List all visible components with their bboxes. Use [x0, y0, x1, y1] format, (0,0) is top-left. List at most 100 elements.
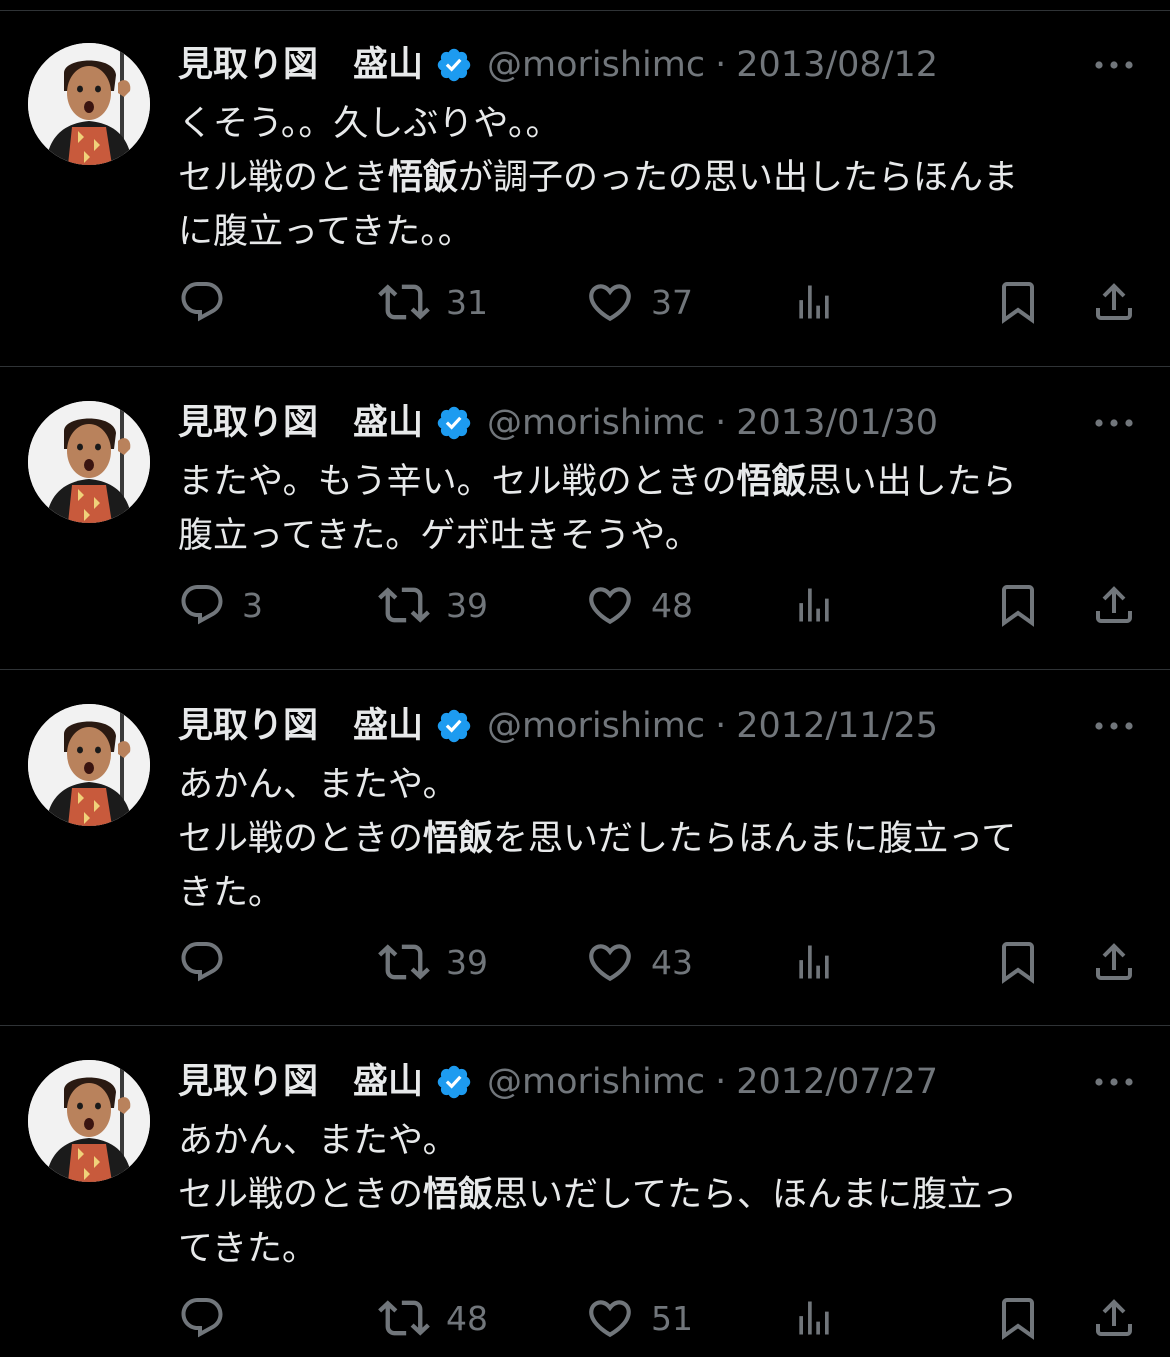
- retweet-icon: [378, 276, 430, 328]
- bookmark-button[interactable]: [994, 575, 1042, 635]
- more-options-icon[interactable]: [1092, 401, 1136, 445]
- share-icon: [1090, 278, 1138, 326]
- tweet-text-segment: あかん、またや。: [178, 765, 458, 805]
- tweet-text-line: セル戦のときの悟飯を思いだしたらほんまに腹立って: [178, 812, 1138, 866]
- views-icon: [792, 940, 836, 984]
- user-handle[interactable]: @morishimc: [487, 393, 705, 453]
- avatar[interactable]: [28, 401, 150, 523]
- avatar[interactable]: [28, 1060, 150, 1182]
- display-name[interactable]: 見取り図 盛山: [178, 1052, 423, 1112]
- reply-button[interactable]: [178, 932, 226, 992]
- bookmark-icon: [994, 278, 1042, 326]
- reply-button[interactable]: 3: [178, 575, 263, 635]
- bookmark-icon: [994, 1294, 1042, 1342]
- views-icon: [792, 583, 836, 627]
- display-name[interactable]: 見取り図 盛山: [178, 696, 423, 756]
- share-button[interactable]: [1090, 932, 1138, 992]
- user-handle[interactable]: @morishimc: [487, 35, 705, 95]
- tweet-text-line: セル戦のときの悟飯思いだしてたら、ほんまに腹立っ: [178, 1168, 1138, 1222]
- tweet-text-segment: 思い出したら: [806, 462, 1017, 502]
- tweet-header: 見取り図 盛山 @morishimc · 2013/01/30: [178, 393, 938, 453]
- tweet-date[interactable]: 2013/08/12: [736, 35, 938, 95]
- user-handle[interactable]: @morishimc: [487, 1052, 705, 1112]
- like-icon: [585, 1293, 635, 1343]
- tweet-date[interactable]: 2012/11/25: [736, 696, 938, 756]
- views-button[interactable]: [792, 1288, 836, 1348]
- reply-button[interactable]: [178, 272, 226, 332]
- avatar[interactable]: [28, 704, 150, 826]
- tweet-actions: 39 43: [0, 932, 1170, 992]
- verified-badge-icon[interactable]: [435, 707, 473, 745]
- share-button[interactable]: [1090, 575, 1138, 635]
- more-options-icon[interactable]: [1092, 43, 1136, 87]
- tweet-divider: [0, 669, 1170, 670]
- tweet-text-line: あかん、またや。: [178, 758, 1138, 812]
- like-button[interactable]: 48: [585, 575, 693, 635]
- views-button[interactable]: [792, 272, 836, 332]
- share-button[interactable]: [1090, 1288, 1138, 1348]
- reply-count: 3: [242, 585, 263, 625]
- retweet-button[interactable]: 39: [378, 575, 488, 635]
- tweet-text-segment: 思いだしてたら、ほんまに腹立っ: [493, 1175, 1017, 1215]
- views-button[interactable]: [792, 932, 836, 992]
- tweet-text: あかん、またや。セル戦のときの悟飯思いだしてたら、ほんまに腹立っ てきた。: [178, 1114, 1138, 1276]
- top-divider: [0, 10, 1170, 11]
- tweet-actions: 48 51: [0, 1288, 1170, 1348]
- tweet-text-line: てきた。: [178, 1222, 1138, 1276]
- tweet-text-segment: が調子のったの思い出したらほんま: [458, 158, 1019, 198]
- retweet-count: 39: [446, 942, 488, 982]
- tweet-text-segment: きた。: [178, 873, 284, 913]
- views-button[interactable]: [792, 575, 836, 635]
- tweet-text-highlight: 悟飯: [388, 158, 459, 198]
- views-icon: [792, 280, 836, 324]
- tweet-text-line: あかん、またや。: [178, 1114, 1138, 1168]
- verified-badge-icon[interactable]: [435, 1063, 473, 1101]
- tweet-text-segment: あかん、またや。: [178, 1121, 458, 1161]
- tweet-text-segment: を思いだしたらほんまに腹立って: [493, 819, 1017, 859]
- display-name[interactable]: 見取り図 盛山: [178, 35, 423, 95]
- tweet-date[interactable]: 2013/01/30: [736, 393, 938, 453]
- share-button[interactable]: [1090, 272, 1138, 332]
- like-count: 37: [651, 282, 693, 322]
- tweet-text-line: またや。もう辛い。セル戦のときの悟飯思い出したら: [178, 455, 1138, 509]
- like-button[interactable]: 51: [585, 1288, 693, 1348]
- verified-badge-icon[interactable]: [435, 46, 473, 84]
- tweet-actions: 3 39 48: [0, 575, 1170, 635]
- like-count: 48: [651, 585, 693, 625]
- like-count: 51: [651, 1298, 693, 1338]
- retweet-count: 31: [446, 282, 488, 322]
- share-icon: [1090, 938, 1138, 986]
- retweet-icon: [378, 579, 430, 631]
- tweet-text-segment: セル戦のときの: [178, 819, 424, 859]
- tweet-text-segment: に腹立ってきた。。: [178, 212, 473, 252]
- tweet-text-segment: くそう。。久しぶりや。。: [178, 104, 561, 144]
- reply-button[interactable]: [178, 1288, 226, 1348]
- user-handle[interactable]: @morishimc: [487, 696, 705, 756]
- retweet-button[interactable]: 48: [378, 1288, 488, 1348]
- tweet-divider: [0, 1025, 1170, 1026]
- bookmark-button[interactable]: [994, 1288, 1042, 1348]
- like-button[interactable]: 37: [585, 272, 693, 332]
- tweet-text-segment: 腹立ってきた。ゲボ吐きそうや。: [178, 516, 700, 556]
- tweet-actions: 31 37: [0, 272, 1170, 332]
- tweet-text-highlight: 悟飯: [736, 462, 807, 502]
- retweet-button[interactable]: 31: [378, 272, 488, 332]
- retweet-count: 48: [446, 1298, 488, 1338]
- display-name[interactable]: 見取り図 盛山: [178, 393, 423, 453]
- bookmark-button[interactable]: [994, 932, 1042, 992]
- like-count: 43: [651, 942, 693, 982]
- share-icon: [1090, 581, 1138, 629]
- tweet-text: あかん、またや。 セル戦のときの悟飯を思いだしたらほんまに腹立って きた。: [178, 758, 1138, 920]
- avatar[interactable]: [28, 43, 150, 165]
- more-options-icon[interactable]: [1092, 1060, 1136, 1104]
- tweet-text-highlight: 悟飯: [423, 819, 494, 859]
- tweet-text-line: セル戦のとき悟飯が調子のったの思い出したらほんま: [178, 151, 1138, 205]
- tweet-date[interactable]: 2012/07/27: [736, 1052, 938, 1112]
- tweet-text: またや。もう辛い。セル戦のときの悟飯思い出したら腹立ってきた。ゲボ吐きそうや。: [178, 455, 1138, 563]
- like-button[interactable]: 43: [585, 932, 693, 992]
- like-icon: [585, 580, 635, 630]
- verified-badge-icon[interactable]: [435, 404, 473, 442]
- bookmark-button[interactable]: [994, 272, 1042, 332]
- more-options-icon[interactable]: [1092, 704, 1136, 748]
- retweet-button[interactable]: 39: [378, 932, 488, 992]
